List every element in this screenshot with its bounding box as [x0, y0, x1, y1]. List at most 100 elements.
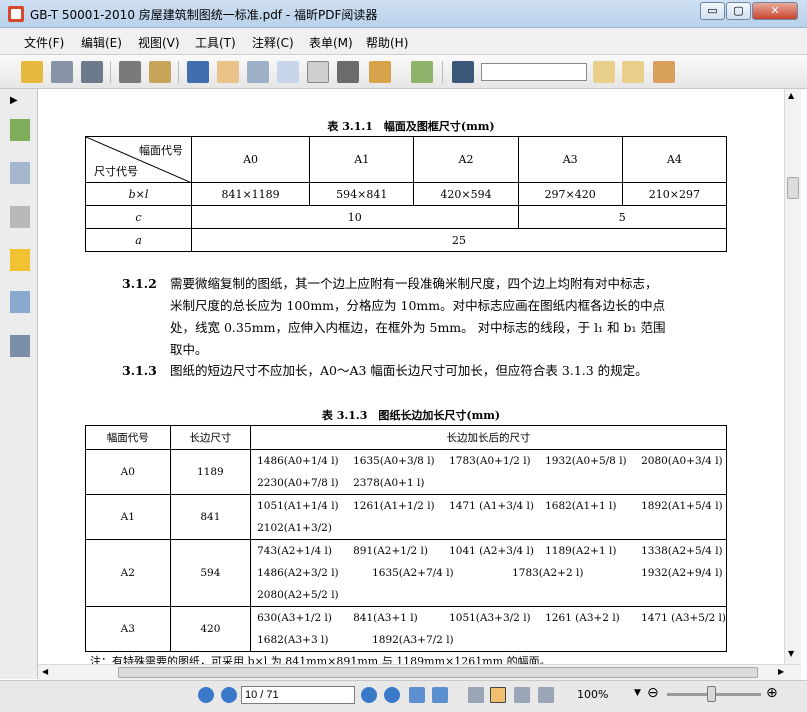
close-button[interactable]: ✕ [752, 2, 798, 20]
header-extended: 长边加长后的尺寸 [250, 425, 727, 450]
entry: 1471 (A1+3/4 l) [449, 500, 534, 512]
next-page-icon[interactable] [361, 687, 377, 703]
toolbar-separator [442, 61, 443, 83]
first-page-icon[interactable] [198, 687, 214, 703]
sign-icon[interactable] [411, 61, 433, 83]
signatures-icon[interactable] [10, 335, 30, 357]
navigation-panel: ▶ [0, 89, 38, 679]
single-page-icon[interactable] [468, 687, 484, 703]
pages-icon[interactable] [10, 162, 30, 184]
menu-form[interactable]: 表单(M) [309, 34, 353, 51]
zoom-level[interactable]: 100% [577, 688, 608, 701]
binoculars-icon[interactable] [452, 61, 474, 83]
horizontal-scroll-thumb[interactable] [118, 667, 758, 678]
hand-icon[interactable] [217, 61, 239, 83]
entry: 1189(A2+1 l) [545, 545, 617, 557]
header-a4: A4 [621, 136, 728, 183]
menu-edit[interactable]: 编辑(E) [81, 34, 122, 51]
text-line: 米制尺度的总长应为 100mm，分格应为 10mm。对中标志应画在图纸内框各边长… [170, 298, 666, 313]
code-cell: A3 [85, 606, 171, 652]
header-a0: A0 [190, 136, 311, 183]
open-icon[interactable] [21, 61, 43, 83]
prev-page-icon[interactable] [221, 687, 237, 703]
vertical-scrollbar[interactable]: ▲ ▼ [784, 89, 801, 664]
entry: 1783(A2+2 l) [512, 567, 584, 579]
comments-icon[interactable] [10, 249, 30, 271]
table-row: A0 1189 1486(A0+1/4 l) 1635(A0+3/8 l) 1783… [85, 449, 727, 495]
zoom-slider-handle[interactable] [707, 686, 716, 702]
entry: 1486(A2+3/2 l) [257, 567, 339, 579]
zoom-dropdown-icon[interactable]: ▼ [634, 688, 641, 698]
minimize-button[interactable]: ▭ [700, 2, 725, 20]
extended-cell: 1486(A0+1/4 l) 1635(A0+3/8 l) 1783(A0+1/2 … [250, 449, 727, 495]
menu-help[interactable]: 帮助(H) [366, 34, 408, 51]
entry: 2102(A1+3/2) [257, 522, 332, 534]
maximize-button[interactable]: ▢ [726, 2, 751, 20]
entry: 891(A2+1/2 l) [353, 545, 428, 557]
next-result-icon[interactable] [622, 61, 644, 83]
collapse-panel-icon[interactable]: ▶ [10, 95, 30, 117]
extended-cell: 743(A2+1/4 l) 891(A2+1/2 l) 1041 (A2+3/4 l… [250, 539, 727, 607]
zoom-out-icon[interactable]: ⊖ [647, 685, 659, 701]
length-cell: 1189 [169, 449, 252, 495]
snapshot-icon[interactable] [337, 61, 359, 83]
menu-tools[interactable]: 工具(T) [195, 34, 236, 51]
text-select-icon[interactable] [307, 61, 329, 83]
header-a3: A3 [517, 136, 623, 183]
layers-icon[interactable] [10, 206, 30, 228]
extended-cell: 1051(A1+1/4 l) 1261(A1+1/2 l) 1471 (A1+3/4… [250, 494, 727, 540]
entry: 1932(A0+5/8 l) [545, 455, 627, 467]
text-line: 处，线宽 0.35mm，应伸入内框边，在框外为 5mm。 对中标志的线段，于 l… [170, 320, 666, 335]
search-input[interactable] [481, 63, 587, 81]
vertical-scroll-thumb[interactable] [787, 177, 799, 199]
table2-title: 表 3.1.3 图纸长边加长尺寸(mm) [321, 409, 501, 422]
attachments-icon[interactable] [10, 291, 30, 313]
entry: 1892(A1+5/4 l) [641, 500, 723, 512]
continuous-page-icon[interactable] [490, 687, 506, 703]
entry: 2378(A0+1 l) [353, 477, 425, 489]
highlight-icon[interactable] [653, 61, 675, 83]
entry: 1682(A3+3 l) [257, 634, 329, 646]
back-icon[interactable] [409, 687, 425, 703]
continuous-facing-icon[interactable] [538, 687, 554, 703]
scroll-down-icon[interactable]: ▼ [788, 649, 794, 658]
prev-result-icon[interactable] [593, 61, 615, 83]
table1-corner: 幅面代号 尺寸代号 [85, 136, 192, 183]
menu-comment[interactable]: 注释(C) [252, 34, 294, 51]
facing-page-icon[interactable] [514, 687, 530, 703]
scroll-left-icon[interactable]: ◀ [42, 667, 48, 676]
forward-icon[interactable] [432, 687, 448, 703]
entry: 2080(A0+3/4 l) [641, 455, 723, 467]
cell: 841×1189 [190, 182, 311, 206]
fullscreen-icon[interactable] [187, 61, 209, 83]
menu-view[interactable]: 视图(V) [138, 34, 180, 51]
section-number: 3.1.2 [122, 276, 157, 291]
corner-bottom-label: 尺寸代号 [94, 165, 138, 178]
header-code: 幅面代号 [85, 425, 171, 450]
page-number-input[interactable] [241, 686, 355, 704]
bookmarks-icon[interactable] [10, 119, 30, 141]
table-row: A1 841 1051(A1+1/4 l) 1261(A1+1/2 l) 1471 … [85, 494, 727, 540]
extended-cell: 630(A3+1/2 l) 841(A3+1 l) 1051(A3+3/2 l) 12… [250, 606, 727, 652]
save-as-icon[interactable] [81, 61, 103, 83]
print-icon[interactable] [119, 61, 141, 83]
zoom-icon[interactable] [247, 61, 269, 83]
scroll-up-icon[interactable]: ▲ [788, 91, 794, 100]
entry: 1261(A1+1/2 l) [353, 500, 435, 512]
entry: 1486(A0+1/4 l) [257, 455, 339, 467]
entry: 1682(A1+1 l) [545, 500, 617, 512]
document-view[interactable]: 表 3.1.1 幅面及图框尺寸(mm) 幅面代号 尺寸代号 A0 A1 A2 A… [38, 89, 784, 668]
zoom-in-icon[interactable]: ⊕ [766, 685, 778, 701]
title-bar: GB-T 50001-2010 房屋建筑制图统一标准.pdf - 福昕PDF阅读… [0, 0, 807, 28]
last-page-icon[interactable] [384, 687, 400, 703]
rms-icon[interactable] [369, 61, 391, 83]
save-icon[interactable] [51, 61, 73, 83]
header-a2: A2 [413, 136, 519, 183]
entry: 1932(A2+9/4 l) [641, 567, 723, 579]
horizontal-scrollbar[interactable]: ◀ ▶ [38, 664, 801, 680]
scan-icon[interactable] [149, 61, 171, 83]
scroll-right-icon[interactable]: ▶ [778, 667, 784, 676]
entry: 1783(A0+1/2 l) [449, 455, 531, 467]
menu-file[interactable]: 文件(F) [24, 34, 64, 51]
select-icon[interactable] [277, 61, 299, 83]
